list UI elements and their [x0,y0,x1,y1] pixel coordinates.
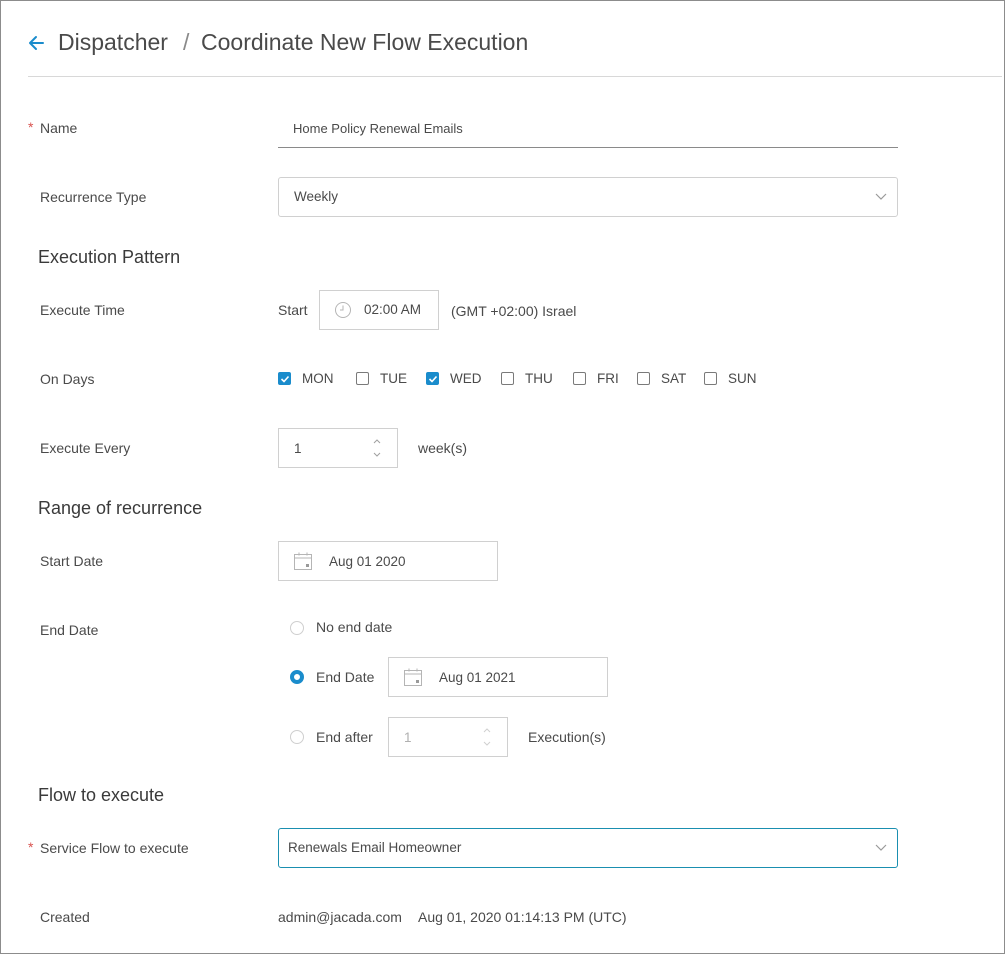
day-label-mon: MON [302,371,334,386]
on-days-label: On Days [40,371,95,387]
created-user: admin@jacada.com [278,909,402,925]
day-checkbox-sat[interactable] [637,372,650,385]
header-divider [28,76,1002,77]
check-icon [428,375,438,383]
execute-every-value: 1 [294,441,302,456]
end-date-label: End Date [40,622,99,638]
name-input-value: Home Policy Renewal Emails [293,121,463,136]
day-checkbox-wed[interactable] [426,372,439,385]
required-marker: * [28,119,34,135]
service-flow-label: Service Flow to execute [40,840,189,856]
page-title: Coordinate New Flow Execution [201,29,529,55]
day-label-fri: FRI [597,371,619,386]
service-flow-value: Renewals Email Homeowner [288,840,462,855]
section-flow-to-execute: Flow to execute [38,785,165,805]
recurrence-type-value: Weekly [294,189,339,204]
recurrence-type-label: Recurrence Type [40,189,147,205]
execute-every-stepper[interactable]: 1 [278,428,398,468]
radio-end-after[interactable] [290,730,304,744]
required-marker: * [28,839,34,855]
chevron-down-icon [875,844,887,851]
breadcrumb-dispatcher[interactable]: Dispatcher [58,29,168,56]
flow-execution-form: Dispatcher / Coordinate New Flow Executi… [0,0,1005,954]
execute-time-value: 02:00 AM [364,302,422,317]
calendar-icon [404,668,422,686]
execute-time-picker[interactable]: 02:00 AM [319,290,439,330]
end-after-stepper[interactable]: 1 [388,717,508,757]
created-label: Created [40,909,90,925]
day-label-sun: SUN [728,371,757,386]
chevron-up-icon[interactable] [482,726,492,734]
start-date-value: Aug 01 2020 [329,554,406,569]
radio-end-after-label: End after [316,729,373,745]
end-after-unit: Execution(s) [528,729,606,745]
day-label-thu: THU [525,371,553,386]
created-timestamp: Aug 01, 2020 01:14:13 PM (UTC) [418,909,627,925]
start-label: Start [278,302,308,318]
chevron-down-icon [875,193,887,200]
calendar-icon [294,552,312,570]
day-checkbox-fri[interactable] [573,372,586,385]
service-flow-select[interactable]: Renewals Email Homeowner [278,828,898,868]
radio-no-end-date-label: No end date [316,619,393,635]
name-input[interactable]: Home Policy Renewal Emails [278,111,898,148]
section-range-of-recurrence: Range of recurrence [38,498,203,518]
start-date-picker[interactable]: Aug 01 2020 [278,541,498,581]
day-label-tue: TUE [380,371,407,386]
radio-end-date-label: End Date [316,669,375,685]
breadcrumb-separator: / [183,29,190,55]
start-date-label: Start Date [40,553,104,569]
name-label: Name [40,120,78,136]
chevron-down-icon[interactable] [482,740,492,748]
end-date-picker[interactable]: Aug 01 2021 [388,657,608,697]
execute-every-unit: week(s) [418,440,468,456]
clock-icon [335,302,351,318]
day-label-wed: WED [450,371,482,386]
radio-no-end-date[interactable] [290,621,304,635]
check-icon [280,375,290,383]
chevron-up-icon[interactable] [372,437,382,445]
end-date-value: Aug 01 2021 [439,670,516,685]
day-checkbox-thu[interactable] [501,372,514,385]
execute-time-label: Execute Time [40,302,125,318]
day-label-sat: SAT [661,371,687,386]
section-execution-pattern: Execution Pattern [38,247,181,267]
day-checkbox-mon[interactable] [278,372,291,385]
recurrence-type-select[interactable]: Weekly [278,177,898,217]
day-checkbox-sun[interactable] [704,372,717,385]
radio-end-date[interactable] [290,670,304,684]
end-after-value: 1 [404,730,412,745]
day-checkbox-tue[interactable] [356,372,369,385]
timezone-label: (GMT +02:00) Israel [451,303,577,319]
chevron-down-icon[interactable] [372,451,382,459]
arrow-left-icon[interactable] [25,32,47,54]
execute-every-label: Execute Every [40,440,131,456]
